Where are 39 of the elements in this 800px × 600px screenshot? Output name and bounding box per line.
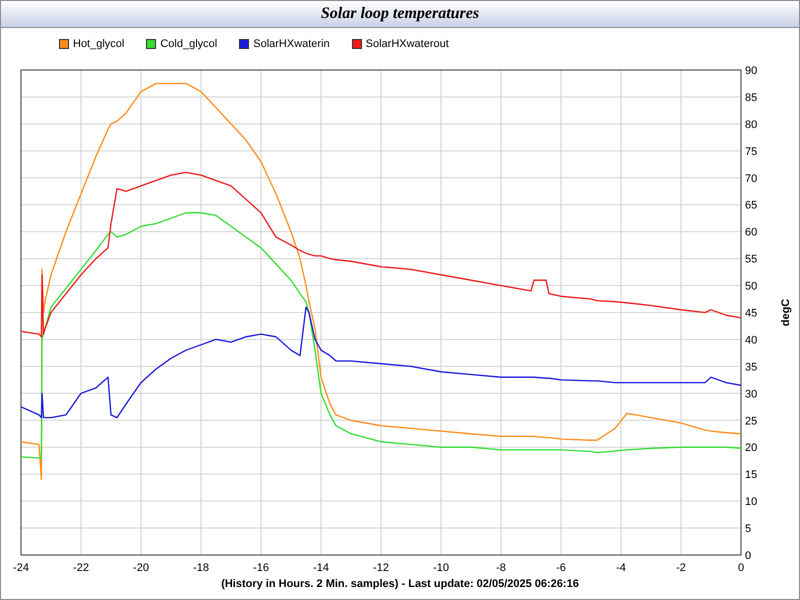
axis-tick-label: 80 [745, 118, 758, 131]
axis-tick-label: -6 [556, 562, 566, 574]
legend-label: SolarHXwaterout [366, 38, 449, 50]
axis-tick-label: -8 [496, 562, 506, 574]
legend-label: SolarHXwaterin [253, 38, 330, 50]
legend-label: Hot_glycol [73, 38, 124, 50]
axis-tick-label: 35 [745, 361, 758, 374]
axis-tick-label: -10 [433, 562, 449, 574]
chart-title: Solar loop temperatures [320, 5, 480, 23]
axis-tick-label: -24 [13, 562, 29, 574]
axis-tick-label: 10 [745, 496, 758, 508]
axis-tick-label: 20 [745, 442, 758, 454]
legend-label: Cold_glycol [160, 38, 218, 50]
axis-tick-label: 75 [745, 146, 758, 158]
axis-tick-label: 45 [745, 308, 758, 320]
axis-tick-label: -14 [313, 562, 329, 574]
axis-tick-label: -22 [73, 562, 89, 574]
x-axis-title: (History in Hours. 2 Min. samples) - Last update: 02/05/2025 06:26:16 [221, 578, 579, 590]
axis-tick-label: 85 [745, 92, 758, 104]
axis-tick-label: 25 [745, 415, 758, 428]
axis-tick-label: 65 [745, 200, 758, 212]
axis-tick-label: -2 [676, 562, 686, 574]
axis-tick-label: 15 [745, 469, 758, 482]
axis-tick-label: -12 [373, 562, 389, 574]
axis-tick-label: 0 [745, 550, 752, 562]
axis-tick-label: 0 [738, 562, 744, 574]
axis-tick-label: -20 [133, 562, 149, 574]
axis-tick-label: 60 [745, 226, 758, 239]
axis-tick-label: 5 [745, 523, 752, 536]
axis-tick-label: 50 [745, 280, 758, 293]
axis-tick-label: -16 [253, 562, 269, 574]
axis-tick-label: 90 [745, 65, 758, 77]
axis-tick-label: -18 [193, 562, 209, 574]
axis-tick-label: 55 [745, 254, 758, 266]
axis-tick-label: 30 [745, 388, 758, 400]
y-axis-title: degC [780, 298, 792, 326]
axis-tick-label: -4 [616, 562, 626, 574]
axis-tick-label: 40 [745, 334, 758, 346]
axis-tick-label: 70 [745, 172, 758, 185]
